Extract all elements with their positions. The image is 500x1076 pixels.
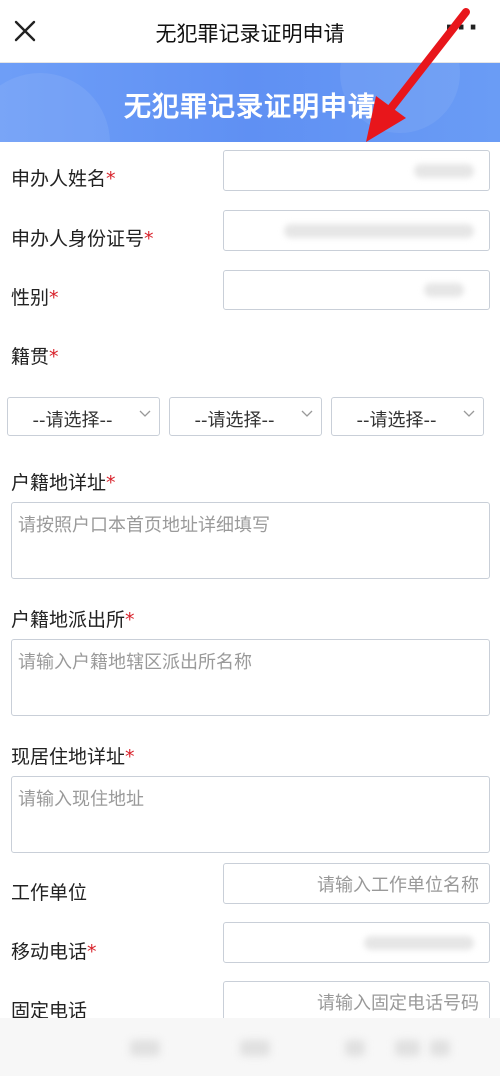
blurred-footer-item [345, 1040, 365, 1056]
blurred-footer-item [430, 1040, 450, 1056]
household-police-placeholder: 请输入户籍地辖区派出所名称 [18, 652, 252, 673]
city-select-value: --请选择-- [194, 410, 275, 431]
landline-placeholder: 请输入固定电话号码 [317, 992, 479, 1014]
province-select-value: --请选择-- [32, 410, 113, 431]
household-police-label: 户籍地派出所* [11, 609, 135, 631]
blurred-footer-item [395, 1040, 420, 1056]
current-address-placeholder: 请输入现住地址 [18, 789, 144, 810]
city-select[interactable]: --请选择-- [169, 397, 322, 436]
mobile-input[interactable] [223, 922, 490, 963]
more-icon[interactable]: ··· [444, 15, 480, 41]
employer-label: 工作单位 [11, 882, 88, 904]
chevron-down-icon [139, 410, 151, 417]
mobile-label: 移动电话* [11, 941, 97, 963]
landline-input[interactable]: 请输入固定电话号码 [223, 981, 490, 1022]
current-address-label: 现居住地详址* [11, 746, 135, 768]
employer-placeholder: 请输入工作单位名称 [317, 874, 479, 896]
employer-input[interactable]: 请输入工作单位名称 [223, 863, 490, 904]
blurred-value [414, 163, 474, 178]
gender-label: 性别* [11, 287, 59, 309]
native-place-label: 籍贯* [11, 346, 59, 368]
applicant-id-label: 申办人身份证号* [11, 228, 154, 250]
blurred-value [364, 935, 474, 950]
blurred-value [284, 223, 474, 238]
district-select[interactable]: --请选择-- [331, 397, 484, 436]
chevron-down-icon [301, 410, 313, 417]
household-address-textarea[interactable]: 请按照户口本首页地址详细填写 [11, 502, 490, 579]
household-address-placeholder: 请按照户口本首页地址详细填写 [18, 515, 270, 536]
blurred-footer-item [240, 1040, 270, 1056]
province-select[interactable]: --请选择-- [7, 397, 160, 436]
banner-title: 无犯罪记录证明申请 [124, 92, 376, 123]
household-police-textarea[interactable]: 请输入户籍地辖区派出所名称 [11, 639, 490, 716]
bottom-bar [0, 1018, 500, 1076]
blurred-footer-item [130, 1040, 160, 1056]
header-banner: 无犯罪记录证明申请 [0, 63, 500, 142]
district-select-value: --请选择-- [356, 410, 437, 431]
top-bar: 无犯罪记录证明申请 ··· [0, 0, 500, 63]
page-title: 无犯罪记录证明申请 [155, 22, 345, 46]
blurred-value [424, 283, 464, 297]
applicant-id-input[interactable] [223, 210, 490, 251]
applicant-name-label: 申办人姓名* [11, 168, 116, 190]
chevron-down-icon [463, 410, 475, 417]
applicant-name-input[interactable] [223, 150, 490, 191]
gender-select[interactable] [223, 270, 490, 310]
household-address-label: 户籍地详址* [11, 472, 116, 494]
current-address-textarea[interactable]: 请输入现住地址 [11, 776, 490, 853]
